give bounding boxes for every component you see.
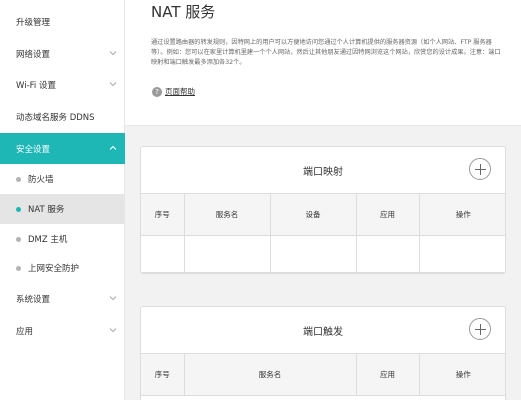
sidebar-item-security[interactable]: 安全设置 (0, 133, 125, 164)
column-header: 应用 (355, 193, 420, 236)
column-header: 操作 (418, 193, 505, 236)
chevron-down-icon (109, 81, 117, 86)
sidebar-subitem-dmz[interactable]: DMZ 主机 (0, 224, 125, 254)
sidebar-subitem-firewall[interactable]: 防火墙 (0, 164, 125, 194)
sidebar-item-label: 升级管理 (16, 17, 51, 28)
sidebar-item-system[interactable]: 系统设置 (0, 283, 125, 314)
card-title: 端口映射 (303, 166, 343, 178)
column-header: 服务名 (183, 193, 271, 236)
sidebar-item-label: Wi-Fi 设置 (16, 80, 56, 91)
table-cell (183, 235, 271, 273)
sidebar-subitem-label: 防火墙 (28, 175, 54, 185)
chevron-down-icon (109, 295, 117, 300)
column-header: 应用 (355, 353, 420, 396)
sidebar-subitem-nat[interactable]: NAT 服务 (0, 194, 125, 224)
table-header-row: 序号 服务名 应用 操作 (141, 353, 505, 396)
add-port-trigger-button[interactable] (469, 318, 491, 340)
sidebar-subitem-label: 上网安全防护 (28, 264, 80, 274)
table-cell (141, 235, 185, 273)
page-header: NAT 服务 通过设置路由器的转发规则，因特网上的用户可以方便地访问您通过个人计… (125, 0, 521, 126)
column-header: 服务名 (183, 353, 357, 396)
table-header-row: 序号 服务名 设备 应用 操作 (141, 193, 505, 236)
add-port-mapping-button[interactable] (469, 158, 491, 180)
sidebar-item-label: 安全设置 (16, 144, 51, 155)
page-description: 通过设置路由器的转发规则，因特网上的用户可以方便地访问您通过个人计算机提供的服务… (151, 39, 501, 66)
column-header: 操作 (418, 353, 505, 396)
sidebar-item-label: 网络设置 (16, 49, 51, 60)
sidebar-item-upgrade[interactable]: 升级管理 (0, 6, 125, 37)
help-icon: ? (152, 86, 162, 97)
help-label: 页面帮助 (165, 87, 195, 96)
sidebar-item-wifi[interactable]: Wi-Fi 设置 (0, 69, 125, 100)
sidebar-item-network[interactable]: 网络设置 (0, 38, 125, 69)
chevron-up-icon (109, 145, 117, 150)
column-header: 序号 (141, 193, 185, 236)
page-title: NAT 服务 (151, 3, 216, 21)
table-cell (355, 235, 420, 273)
sidebar-item-label: 动态域名服务 DDNS (16, 112, 95, 123)
column-header: 序号 (141, 353, 185, 396)
sidebar-item-label: 系统设置 (16, 294, 51, 305)
chevron-down-icon (109, 50, 117, 55)
sidebar-subitem-label: DMZ 主机 (28, 235, 68, 245)
bullet-icon (16, 265, 21, 271)
bullet-icon (16, 236, 21, 242)
sidebar: 升级管理 网络设置 Wi-Fi 设置 动态域名服务 DDNS 安全设置 防火墙 … (0, 0, 125, 400)
sidebar-item-ddns[interactable]: 动态域名服务 DDNS (0, 101, 125, 132)
bullet-icon (16, 176, 21, 182)
card-title: 端口触发 (303, 326, 343, 338)
main-content: NAT 服务 通过设置路由器的转发规则，因特网上的用户可以方便地访问您通过个人计… (125, 0, 521, 400)
table-row (141, 235, 505, 273)
chevron-down-icon (109, 327, 117, 332)
sidebar-item-label: 应用 (16, 326, 34, 337)
table-cell (269, 235, 357, 273)
bullet-icon (16, 206, 21, 212)
help-link[interactable]: ? 页面帮助 (152, 86, 195, 97)
sidebar-subitem-web-protection[interactable]: 上网安全防护 (0, 253, 125, 283)
port-mapping-card: 端口映射 序号 服务名 设备 应用 操作 (140, 146, 506, 274)
port-trigger-card: 端口触发 序号 服务名 应用 操作 (140, 306, 506, 400)
sidebar-subitem-label: NAT 服务 (28, 205, 65, 215)
sidebar-item-apps[interactable]: 应用 (0, 315, 125, 346)
port-mapping-table: 序号 服务名 设备 应用 操作 (141, 193, 505, 273)
column-header: 设备 (269, 193, 357, 236)
port-trigger-table: 序号 服务名 应用 操作 (141, 353, 505, 396)
table-cell (418, 235, 505, 273)
